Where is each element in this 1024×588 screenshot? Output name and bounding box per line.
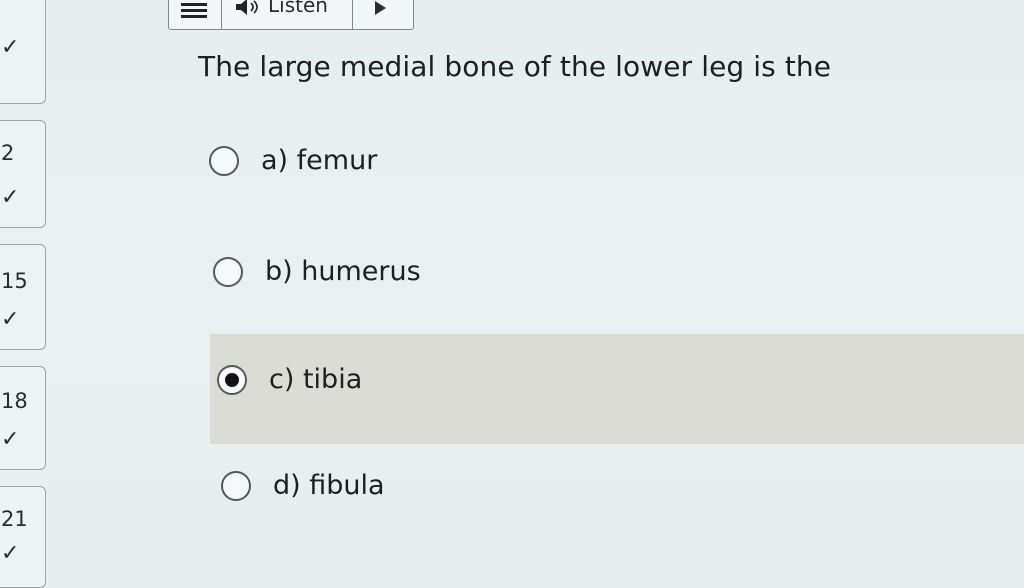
speaker-icon [236,0,258,15]
option-label: a) femur [261,145,378,176]
nav-item-number: 2 [1,141,15,165]
nav-item-21[interactable]: 21 ✓ [0,486,46,588]
option-label: d) fibula [273,470,385,501]
nav-item-2[interactable]: 2 ✓ [0,120,46,228]
check-icon: ✓ [1,185,20,210]
option-label: b) humerus [265,256,421,287]
listen-button[interactable]: Listen [222,0,353,29]
radio-button-selected[interactable] [217,364,247,395]
option-c[interactable]: c) tibia [217,364,362,395]
listen-label: Listen [268,0,328,17]
nav-item-number: 15 [1,269,28,293]
nav-item-18[interactable]: 18 ✓ [0,366,46,470]
option-a[interactable]: a) femur [209,145,377,176]
menu-button[interactable] [169,0,222,29]
nav-item-1[interactable]: ✓ [0,0,46,104]
play-button[interactable] [353,0,413,29]
check-icon: ✓ [1,541,20,566]
play-icon [375,1,386,15]
check-icon: ✓ [1,307,20,332]
check-icon: ✓ [1,35,20,60]
option-d[interactable]: d) fibula [221,470,385,501]
radio-button[interactable] [221,470,251,501]
nav-item-15[interactable]: 15 ✓ [0,244,46,350]
question-text: The large medial bone of the lower leg i… [198,50,832,83]
check-icon: ✓ [1,427,20,452]
radio-button[interactable] [213,256,243,287]
audio-toolbar: Listen [168,0,414,30]
nav-item-number: 18 [1,389,28,413]
option-b[interactable]: b) humerus [213,256,421,287]
radio-button[interactable] [209,145,239,176]
option-label: c) tibia [269,364,363,395]
nav-item-number: 21 [1,507,28,531]
